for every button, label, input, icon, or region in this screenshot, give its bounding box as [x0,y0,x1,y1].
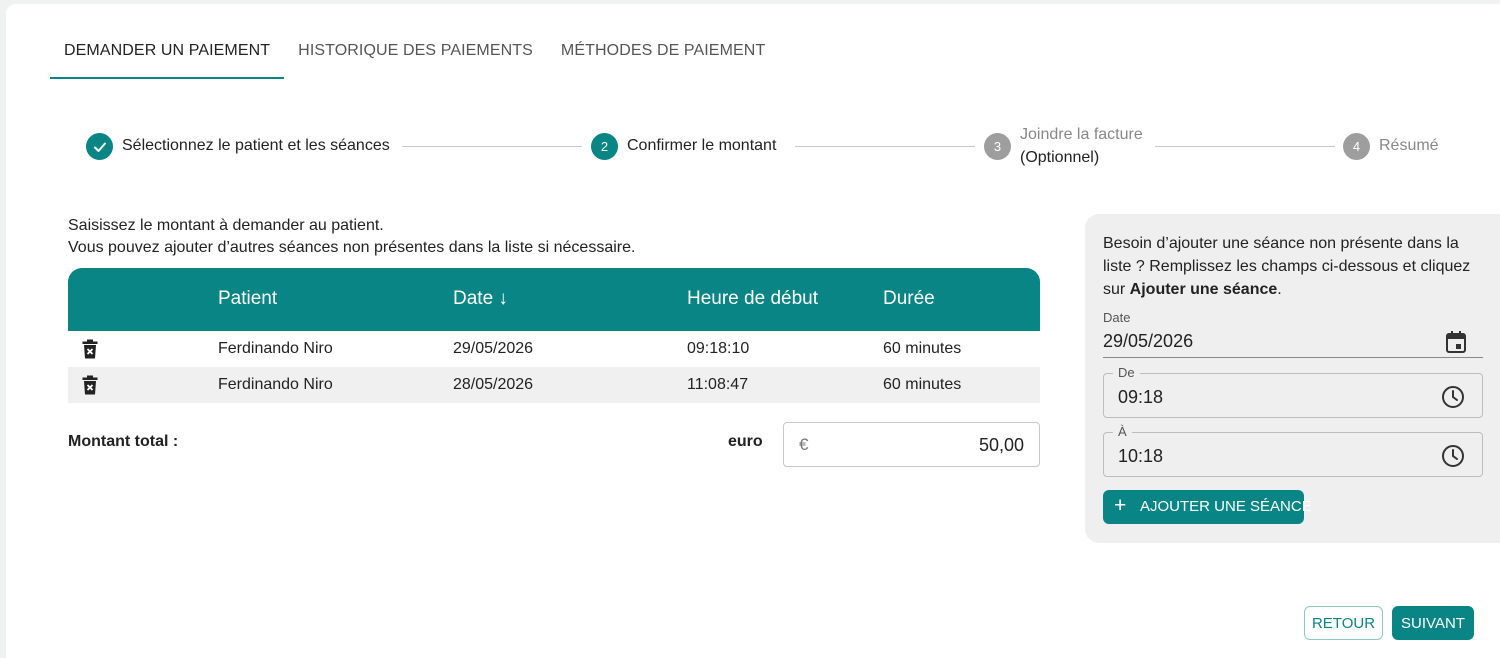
total-amount-label: Montant total : [68,433,179,450]
tab-request-payment[interactable]: DEMANDER UN PAIEMENT [50,30,285,79]
sessions-table: Patient Date ↓ Heure de début Durée Ferd… [68,268,1040,403]
cell-date: 28/05/2026 [453,376,534,393]
step-2-label: Confirmer le montant [627,137,777,154]
end-time-input[interactable]: À 10:18 [1103,424,1483,477]
calendar-icon[interactable] [1445,330,1467,354]
cell-duration: 60 minutes [883,376,962,393]
step-connector [795,146,975,147]
amount-value: 50,00 [978,435,1024,455]
end-time-label: À [1113,424,1132,439]
cell-patient: Ferdinando Niro [218,376,333,393]
step-3-label: Joindre la facture [1020,126,1143,143]
add-session-button[interactable]: + AJOUTER UNE SÉANCE [1103,490,1312,524]
delete-icon[interactable] [82,339,98,359]
start-time-value: 09:18 [1118,387,1164,407]
cell-patient: Ferdinando Niro [218,340,333,357]
column-header-start[interactable]: Heure de début [687,288,818,310]
panel-text-end: . [1277,281,1282,298]
panel-text-bold: Ajouter une séance [1129,281,1278,298]
step-1-check-icon [86,133,113,160]
cell-duration: 60 minutes [883,340,962,357]
intro-line-1: Saisissez le montant à demander au patie… [68,217,384,234]
start-time-label: De [1113,365,1140,380]
step-3-sublabel: (Optionnel) [1020,149,1100,166]
tab-payment-history[interactable]: HISTORIQUE DES PAIEMENTS [284,30,547,79]
intro-line-2: Vous pouvez ajouter d’autres séances non… [68,239,636,256]
tab-bar: DEMANDER UN PAIEMENT HISTORIQUE DES PAIE… [50,30,779,79]
cell-start: 11:08:47 [687,376,749,393]
step-4-number: 4 [1343,133,1370,160]
date-input[interactable]: 29/05/2026 [1103,328,1483,358]
date-field-label: Date [1103,310,1131,325]
column-header-patient[interactable]: Patient [218,288,277,310]
next-button[interactable]: SUIVANT [1392,606,1474,640]
currency-label: euro [728,433,763,450]
step-2-number: 2 [591,133,618,160]
step-connector [1155,146,1335,147]
amount-input[interactable]: € 50,00 [783,422,1040,467]
date-value: 29/05/2026 [1103,331,1194,351]
start-time-input[interactable]: De 09:18 [1103,365,1483,418]
euro-symbol: € [799,435,809,454]
add-session-panel: Besoin d’ajouter une séance non présente… [1085,214,1500,543]
end-time-value: 10:18 [1118,446,1164,466]
panel-instructions: Besoin d’ajouter une séance non présente… [1103,232,1483,301]
step-1-label: Sélectionnez le patient et les séances [122,137,390,154]
table-row: Ferdinando Niro 28/05/2026 11:08:47 60 m… [68,367,1040,403]
cell-date: 29/05/2026 [453,340,534,357]
tab-payment-methods[interactable]: MÉTHODES DE PAIEMENT [547,30,779,79]
table-header: Patient Date ↓ Heure de début Durée [68,268,1040,331]
plus-icon: + [1114,494,1127,517]
delete-icon[interactable] [82,375,98,395]
column-header-duration[interactable]: Durée [883,288,935,310]
clock-icon[interactable] [1441,385,1465,409]
step-3-number: 3 [984,133,1011,160]
intro-text: Saisissez le montant à demander au patie… [68,215,635,259]
add-session-label: AJOUTER UNE SÉANCE [1140,498,1312,515]
column-header-date[interactable]: Date ↓ [453,288,508,310]
table-row: Ferdinando Niro 29/05/2026 09:18:10 60 m… [68,331,1040,367]
clock-icon[interactable] [1441,444,1465,468]
step-4-label: Résumé [1379,137,1439,154]
cell-start: 09:18:10 [687,340,750,357]
step-connector [402,146,582,147]
back-button[interactable]: RETOUR [1304,606,1383,640]
